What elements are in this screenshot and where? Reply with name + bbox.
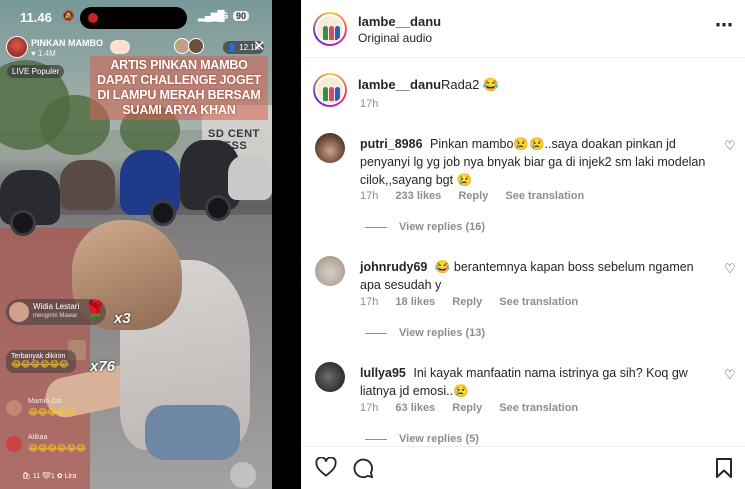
reply-button[interactable]: Reply [458,190,488,202]
post-action-bar [301,446,745,489]
live-action-button[interactable] [230,462,256,488]
comment-username[interactable]: putri_8986 [360,137,423,151]
comment-likes[interactable]: 63 likes [395,402,435,414]
original-audio-link[interactable]: Original audio [358,31,432,45]
view-replies-button[interactable]: View replies (16) [365,221,485,233]
gift-multiplier: x76 [90,358,116,375]
heart-icon[interactable] [315,456,337,482]
like-comment-heart-icon[interactable]: ♡ [724,368,736,383]
comment-time: 17h [360,296,379,308]
live-host-name: PINKAN MAMBO [31,38,103,48]
comment-time: 17h [360,190,379,202]
like-comment-heart-icon[interactable]: ♡ [724,139,736,154]
battery-icon: 90 [233,11,250,21]
comment-body: lullya95 Ini kayak manfaatin nama istrin… [360,364,712,400]
dynamic-island [80,7,187,29]
car [228,155,272,200]
recording-dot-icon [88,13,98,23]
comment-meta: 17h 63 likes Reply See translation [360,402,592,414]
chat-message: 😂😂😂😂😂😂 [28,444,86,454]
post-author-username[interactable]: lambe__danu [358,14,441,29]
comment-likes[interactable]: 233 likes [395,190,441,202]
comment-time: 17h [360,402,379,414]
network-label: 4G [215,11,229,22]
see-translation-button[interactable]: See translation [505,190,584,202]
caption-username[interactable]: lambe__danu [358,77,441,92]
reply-button[interactable]: Reply [452,402,482,414]
comment-username[interactable]: johnrudy69 [360,260,427,274]
motorcycle-wheel [150,200,176,226]
motorcycle-wheel [10,210,36,236]
caption-author-avatar[interactable] [313,73,347,107]
viewer-avatars[interactable] [174,38,218,56]
status-time: 11.46 [20,10,52,25]
comment-text: Ini kayak manfaatin nama istrinya ga sih… [360,366,688,398]
more-options-icon[interactable]: ⋯ [715,15,734,36]
avatar[interactable] [315,256,345,286]
avatar [6,400,22,416]
comment-body: johnrudy69 😂 berantemnya kapan boss sebe… [360,258,712,294]
caption-timestamp: 17h [360,98,379,110]
comment-meta: 17h 233 likes Reply See translation [360,190,598,202]
top-sender-emojis: 😂😂😂😂😂😂 [11,360,69,370]
view-replies-button[interactable]: View replies (5) [365,433,479,445]
live-host-avatar[interactable] [6,36,28,58]
motorcycle-wheel [205,195,231,221]
top-sender-label: Terbanyak dikirim [11,353,66,360]
live-bottom-bar: 🛍 11 ❤1 ✿ Lira [22,473,77,480]
live-popular-badge: LIVE Populer [7,65,65,78]
avatar[interactable] [315,362,345,392]
avatar[interactable] [315,133,345,163]
chat-user-name: Mamih Zizi [28,398,62,405]
follow-button[interactable] [110,40,130,54]
person-jeans [145,405,240,460]
motorcycle [60,160,115,210]
mute-icon: 🔕 [62,11,75,22]
top-sender-box: Terbanyak dikirim 😂😂😂😂😂😂 [6,350,76,373]
gift-sender-sub: mengirim Mawar [33,313,78,319]
view-replies-button[interactable]: View replies (13) [365,327,485,339]
comment-meta: 17h 18 likes Reply See translation [360,296,592,308]
avatar [188,38,204,54]
story-panel: SD CENT TNESS 11.46 🔕 ▂▄▆█ 4G 90 PINKAN … [0,0,301,489]
comment-username[interactable]: lullya95 [360,366,406,380]
comments-panel: lambe__danu Original audio ⋯ lambe__danu… [301,0,745,489]
like-comment-heart-icon[interactable]: ♡ [724,262,736,277]
live-host-followers: ♥ 1.4M [31,49,56,58]
chat-user-name: Atikaa [28,434,48,441]
see-translation-button[interactable]: See translation [499,402,578,414]
post-author-avatar[interactable] [313,12,347,46]
bookmark-icon[interactable] [715,457,733,484]
rose-icon: 🌹 [84,300,107,320]
comment-body: putri_8986 Pinkan mambo😢😢..saya doakan p… [360,135,712,189]
close-icon[interactable]: ✕ [253,37,266,55]
phone-status-bar: 11.46 🔕 ▂▄▆█ 4G 90 [0,0,272,34]
reply-button[interactable]: Reply [452,296,482,308]
avatar [6,436,22,452]
avatar [9,302,29,322]
comment-icon[interactable] [352,457,374,484]
video-headline: ARTIS PINKAN MAMBO DAPAT CHALLENGE JOGET… [90,56,268,120]
chat-message: 😂😂😂😂😂 [28,408,77,418]
gift-sender-name: Widia Lestari [33,302,80,311]
comment-likes[interactable]: 18 likes [395,296,435,308]
see-translation-button[interactable]: See translation [499,296,578,308]
post-header: lambe__danu Original audio ⋯ [301,0,745,58]
gift-multiplier: x3 [114,310,131,327]
caption-text: Rada2 😂 [441,77,500,92]
